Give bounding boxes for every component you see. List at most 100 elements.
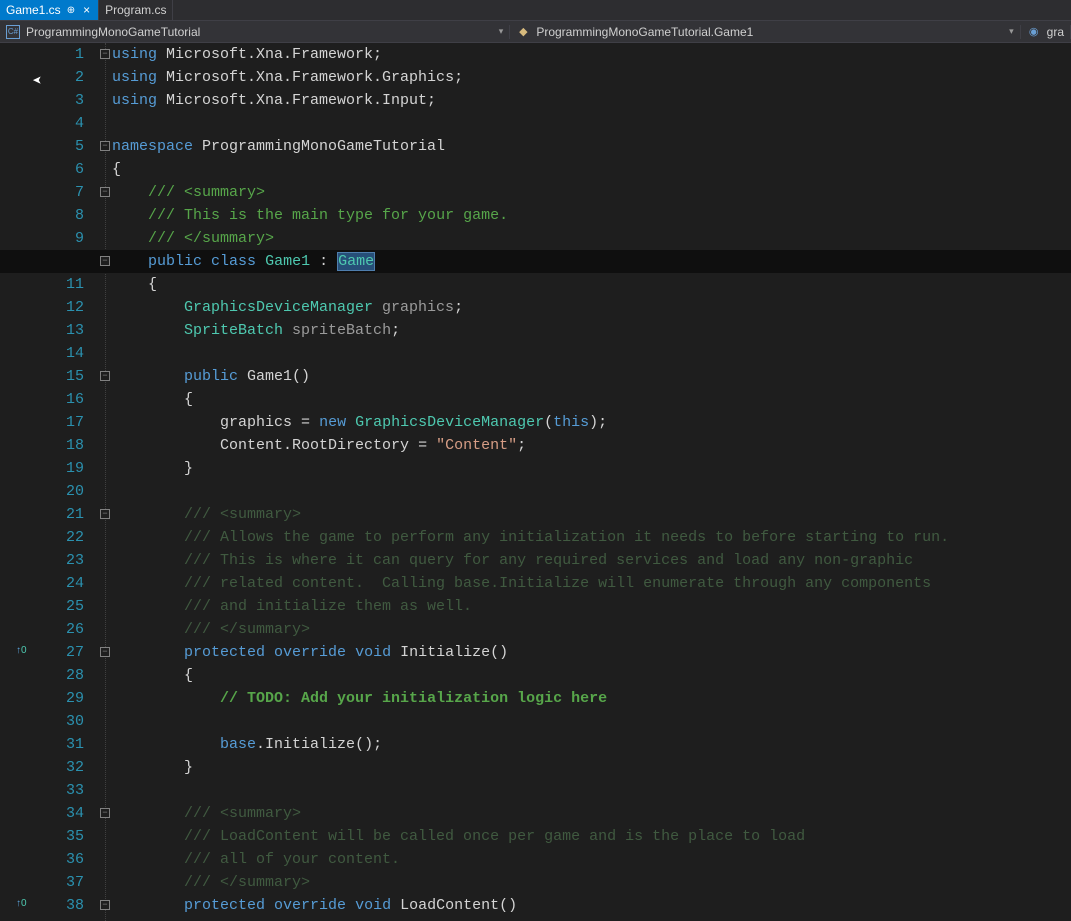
line-number: 21 xyxy=(36,503,84,526)
code-line[interactable]: // TODO: Add your initialization logic h… xyxy=(112,687,1071,710)
code-line[interactable]: /// This is where it can query for any r… xyxy=(112,549,1071,572)
line-number: 1 xyxy=(36,43,84,66)
line-number: 6 xyxy=(36,158,84,181)
code-line[interactable]: { xyxy=(112,158,1071,181)
scope-project-label: ProgrammingMonoGameTutorial xyxy=(26,25,200,39)
scope-member-label: gra xyxy=(1047,25,1064,39)
fold-toggle[interactable]: − xyxy=(100,900,110,910)
code-line[interactable]: using Microsoft.Xna.Framework; xyxy=(112,43,1071,66)
line-number: 34 xyxy=(36,802,84,825)
line-number: 32 xyxy=(36,756,84,779)
close-icon[interactable]: × xyxy=(81,3,92,17)
code-line[interactable]: /// all of your content. xyxy=(112,848,1071,871)
line-number: 27 xyxy=(36,641,84,664)
code-line[interactable]: } xyxy=(112,756,1071,779)
field-icon: ◉ xyxy=(1027,25,1041,39)
line-number: 29 xyxy=(36,687,84,710)
line-number: 17 xyxy=(36,411,84,434)
line-number: 25 xyxy=(36,595,84,618)
code-line[interactable]: /// </summary> xyxy=(112,227,1071,250)
line-number: 33 xyxy=(36,779,84,802)
code-line[interactable] xyxy=(112,710,1071,733)
code-line[interactable]: /// and initialize them as well. xyxy=(112,595,1071,618)
code-line[interactable]: protected override void Initialize() xyxy=(112,641,1071,664)
line-number: 13 xyxy=(36,319,84,342)
code-line[interactable]: /// </summary> xyxy=(112,871,1071,894)
line-number: 11 xyxy=(36,273,84,296)
code-line[interactable]: /// <summary> xyxy=(112,802,1071,825)
code-line[interactable]: namespace ProgrammingMonoGameTutorial xyxy=(112,135,1071,158)
code-area[interactable]: using Microsoft.Xna.Framework;using Micr… xyxy=(112,43,1071,921)
code-line[interactable]: GraphicsDeviceManager graphics; xyxy=(112,296,1071,319)
code-line[interactable]: base.Initialize(); xyxy=(112,733,1071,756)
code-lens-references[interactable]: ↑0 xyxy=(16,645,27,656)
line-number: 26 xyxy=(36,618,84,641)
code-line[interactable]: graphics = new GraphicsDeviceManager(thi… xyxy=(112,411,1071,434)
line-number: 30 xyxy=(36,710,84,733)
fold-toggle[interactable]: − xyxy=(100,141,110,151)
code-line[interactable]: using Microsoft.Xna.Framework.Graphics; xyxy=(112,66,1071,89)
code-lens-references[interactable]: ↑0 xyxy=(16,898,27,909)
line-number: 15 xyxy=(36,365,84,388)
tab-label: Program.cs xyxy=(105,3,166,17)
line-number: 28 xyxy=(36,664,84,687)
chevron-down-icon: ▾ xyxy=(1009,26,1014,37)
code-line[interactable] xyxy=(112,779,1071,802)
line-number: 2 xyxy=(36,66,84,89)
fold-toggle[interactable]: − xyxy=(100,509,110,519)
code-line[interactable]: { xyxy=(112,664,1071,687)
line-number: 4 xyxy=(36,112,84,135)
fold-toggle[interactable]: − xyxy=(100,647,110,657)
code-line[interactable]: { xyxy=(112,273,1071,296)
line-number: 36 xyxy=(36,848,84,871)
fold-toggle[interactable]: − xyxy=(100,256,110,266)
scope-class-label: ProgrammingMonoGameTutorial.Game1 xyxy=(536,25,753,39)
line-number: 24 xyxy=(36,572,84,595)
code-line[interactable]: /// <summary> xyxy=(112,181,1071,204)
code-line[interactable]: /// related content. Calling base.Initia… xyxy=(112,572,1071,595)
line-number: 7 xyxy=(36,181,84,204)
line-number: 31 xyxy=(36,733,84,756)
line-number: 8 xyxy=(36,204,84,227)
line-number-gutter: 1234567891011121314151617181920212223242… xyxy=(36,43,98,921)
code-line[interactable] xyxy=(112,480,1071,503)
chevron-down-icon: ▾ xyxy=(499,26,504,37)
line-number: 9 xyxy=(36,227,84,250)
code-line[interactable]: public class Game1 : Game xyxy=(112,250,1071,273)
line-number: 3 xyxy=(36,89,84,112)
file-tab-active[interactable]: Game1.cs ⊕ × xyxy=(0,0,99,20)
line-number: 12 xyxy=(36,296,84,319)
code-line[interactable]: protected override void LoadContent() xyxy=(112,894,1071,917)
code-line[interactable]: SpriteBatch spriteBatch; xyxy=(112,319,1071,342)
scope-member-dropdown[interactable]: ◉ gra xyxy=(1021,25,1071,39)
code-line[interactable]: public Game1() xyxy=(112,365,1071,388)
code-line[interactable]: /// This is the main type for your game. xyxy=(112,204,1071,227)
code-line[interactable] xyxy=(112,112,1071,135)
tab-label: Game1.cs xyxy=(6,3,61,17)
fold-toggle[interactable]: − xyxy=(100,187,110,197)
code-line[interactable]: Content.RootDirectory = "Content"; xyxy=(112,434,1071,457)
scope-project-dropdown[interactable]: C# ProgrammingMonoGameTutorial ▾ xyxy=(0,25,510,39)
code-line[interactable]: } xyxy=(112,457,1071,480)
fold-toggle[interactable]: − xyxy=(100,808,110,818)
code-line[interactable]: /// Allows the game to perform any initi… xyxy=(112,526,1071,549)
code-line[interactable]: /// </summary> xyxy=(112,618,1071,641)
line-number: 22 xyxy=(36,526,84,549)
fold-toggle[interactable]: − xyxy=(100,49,110,59)
code-line[interactable]: { xyxy=(112,388,1071,411)
code-line[interactable]: /// <summary> xyxy=(112,503,1071,526)
csharp-icon: C# xyxy=(6,25,20,39)
code-line[interactable] xyxy=(112,342,1071,365)
line-number: 38 xyxy=(36,894,84,917)
code-line[interactable]: using Microsoft.Xna.Framework.Input; xyxy=(112,89,1071,112)
code-editor[interactable]: ➤ ↑0↑0 123456789101112131415161718192021… xyxy=(0,43,1071,921)
line-number: 20 xyxy=(36,480,84,503)
class-icon: ◆ xyxy=(516,25,530,39)
code-line[interactable]: /// LoadContent will be called once per … xyxy=(112,825,1071,848)
scope-class-dropdown[interactable]: ◆ ProgrammingMonoGameTutorial.Game1 ▾ xyxy=(510,25,1020,39)
tab-bar: Game1.cs ⊕ × Program.cs xyxy=(0,0,1071,21)
fold-toggle[interactable]: − xyxy=(100,371,110,381)
fold-column: − − − − − − − − − xyxy=(98,43,112,921)
pin-icon[interactable]: ⊕ xyxy=(67,5,75,16)
file-tab[interactable]: Program.cs xyxy=(99,0,173,20)
